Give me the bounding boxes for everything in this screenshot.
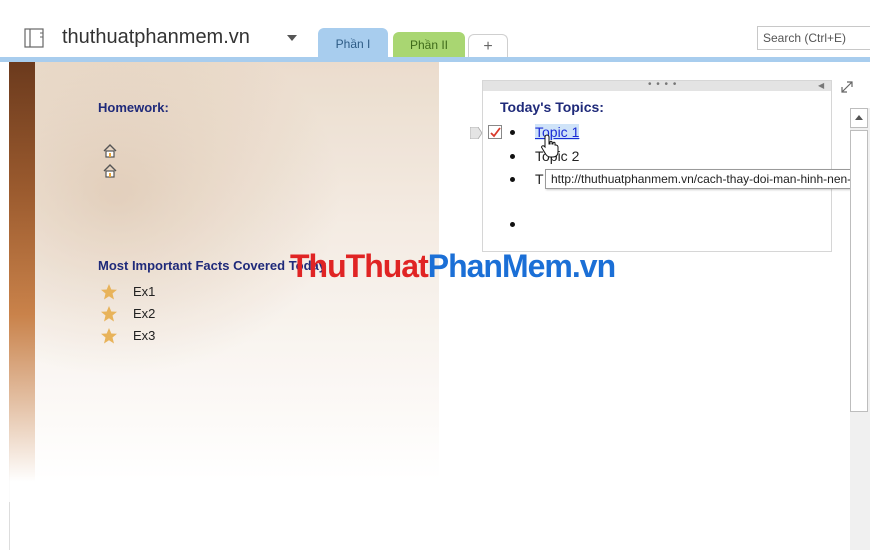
star-icon (101, 328, 117, 344)
star-icon (101, 306, 117, 322)
house-icon (103, 164, 117, 178)
add-section-button[interactable]: + (468, 34, 508, 58)
hand-cursor-icon (541, 134, 559, 158)
container-drag-handle[interactable]: • • • • ◀ (483, 79, 831, 91)
chevron-left-icon[interactable]: ◀ (818, 81, 824, 90)
notebook-name[interactable]: thuthuatphanmem.vn (62, 26, 250, 49)
tab-phan-1[interactable]: Phần I (318, 28, 388, 58)
bullet-icon (510, 222, 515, 227)
tab-phan-2[interactable]: Phần II (393, 32, 465, 58)
watermark-part-2: PhanMem.vn (427, 248, 616, 284)
scroll-up-button[interactable] (850, 108, 868, 128)
watermark-part-1: ThuThuat (290, 248, 429, 284)
fact-label: Ex3 (133, 328, 156, 343)
bullet-icon (510, 177, 515, 182)
check-icon (490, 127, 501, 138)
expand-icon[interactable] (840, 80, 854, 94)
topic-item-3[interactable]: T (535, 171, 544, 187)
scrollbar-thumb[interactable] (850, 130, 868, 412)
watermark: ThuThuatPhanMem.vn (290, 248, 616, 285)
paragraph-handle-icon[interactable] (470, 127, 482, 139)
notebook-icon (24, 28, 44, 48)
chevron-down-icon[interactable] (287, 35, 297, 41)
fact-label: Ex1 (133, 284, 156, 299)
star-icon (101, 284, 117, 300)
drag-dots-icon: • • • • (648, 79, 678, 90)
todo-checkbox[interactable] (488, 125, 502, 139)
house-icon (103, 144, 117, 158)
topics-heading[interactable]: Today's Topics: (500, 99, 604, 115)
page-background-edge (9, 62, 35, 482)
link-tooltip: http://thuthuatphanmem.vn/cach-thay-doi-… (545, 169, 870, 189)
topics-note-container[interactable]: • • • • ◀ Today's Topics: Topic 1 Topic … (482, 79, 832, 252)
bullet-icon (510, 154, 515, 159)
title-bar: thuthuatphanmem.vn Phần I Phần II + Sear… (0, 0, 870, 62)
homework-heading[interactable]: Homework: (98, 100, 169, 115)
search-input[interactable]: Search (Ctrl+E) (757, 26, 870, 50)
fact-label: Ex2 (133, 306, 156, 321)
bullet-icon (510, 130, 515, 135)
